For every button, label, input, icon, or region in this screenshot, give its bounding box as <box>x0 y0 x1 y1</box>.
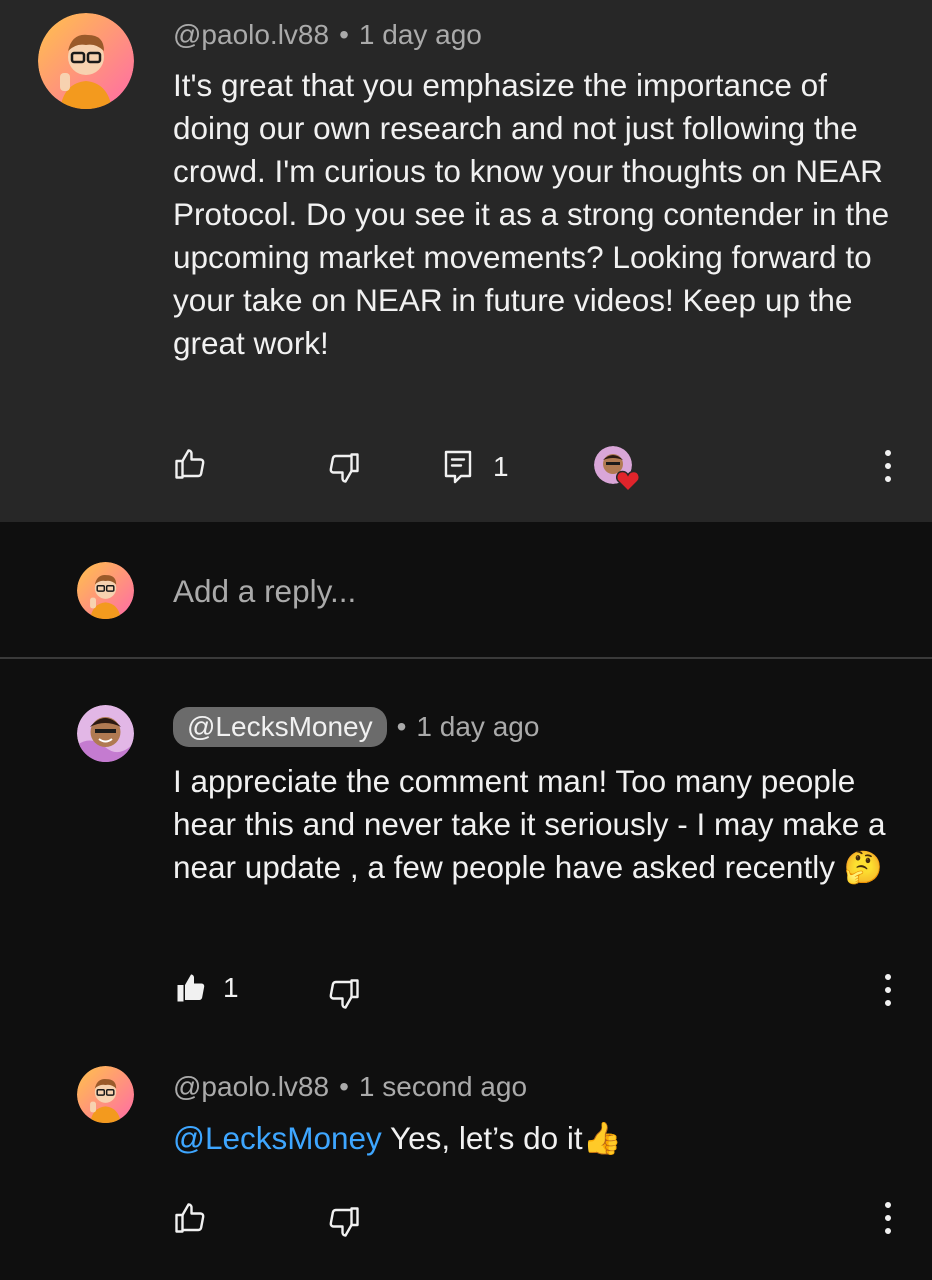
reply1-like-button[interactable]: 1 <box>173 970 239 1006</box>
creator-heart-badge <box>594 446 640 496</box>
divider <box>0 657 932 659</box>
thinking-emoji: 🤔 <box>843 849 883 885</box>
reply2-like-button[interactable] <box>172 1200 208 1236</box>
reply-input[interactable]: Add a reply... <box>173 573 356 610</box>
reply2-more-button[interactable] <box>874 1200 902 1236</box>
reply2-author[interactable]: @paolo.lv88 <box>173 1071 329 1102</box>
reply1-more-button[interactable] <box>874 972 902 1008</box>
reply-bar-avatar <box>77 562 134 619</box>
reply2-dislike-button[interactable] <box>326 1204 362 1240</box>
reply2-text: @LecksMoney Yes, let’s do it👍 <box>173 1117 898 1160</box>
meta-separator: • <box>339 1071 349 1102</box>
meta-separator: • <box>396 711 407 742</box>
dislike-icon <box>329 979 359 1009</box>
avatar-paolo-reply[interactable] <box>77 1066 134 1123</box>
reply-count: 1 <box>493 451 509 482</box>
comment-time: 1 day ago <box>358 19 482 50</box>
reply1-like-count: 1 <box>223 972 239 1003</box>
reply-icon <box>444 450 472 484</box>
creator-heart-icon <box>616 470 640 492</box>
reply-button[interactable]: 1 <box>443 449 509 485</box>
reply1-time: 1 day ago <box>416 711 540 742</box>
comment-text: It's great that you emphasize the import… <box>173 67 890 361</box>
reply2-text-body: Yes, let’s do it <box>381 1120 583 1156</box>
reply1-author-chip[interactable]: @LecksMoney <box>173 707 387 747</box>
reply2-mention[interactable]: @LecksMoney <box>173 1120 382 1156</box>
reply-bar <box>0 522 932 657</box>
more-vert-icon <box>885 1202 891 1234</box>
dislike-button[interactable] <box>326 450 362 486</box>
like-filled-icon <box>177 974 205 1002</box>
more-vert-icon <box>885 974 891 1006</box>
like-icon <box>175 1203 205 1233</box>
meta-separator: • <box>339 19 349 50</box>
reply2-time: 1 second ago <box>358 1071 528 1102</box>
comment-meta: @paolo.lv88 • 1 day ago <box>173 19 482 51</box>
reply1-text-body: I appreciate the comment man! Too many p… <box>173 763 886 885</box>
reply1-meta: @LecksMoney • 1 day ago <box>173 707 539 747</box>
comment-more-button[interactable] <box>874 448 902 484</box>
reply2-meta: @paolo.lv88 • 1 second ago <box>173 1071 527 1103</box>
reply1-dislike-button[interactable] <box>326 976 362 1012</box>
reply1-text: I appreciate the comment man! Too many p… <box>173 760 898 889</box>
comment-author[interactable]: @paolo.lv88 <box>173 19 329 50</box>
like-button[interactable] <box>172 446 208 482</box>
avatar-lecksmoney[interactable] <box>77 705 134 762</box>
thumbs-up-emoji: 👍 <box>582 1120 622 1156</box>
like-icon <box>175 449 205 479</box>
more-vert-icon <box>885 450 891 482</box>
dislike-icon <box>329 1207 359 1237</box>
dislike-icon <box>329 453 359 483</box>
avatar-paolo[interactable] <box>38 13 134 109</box>
